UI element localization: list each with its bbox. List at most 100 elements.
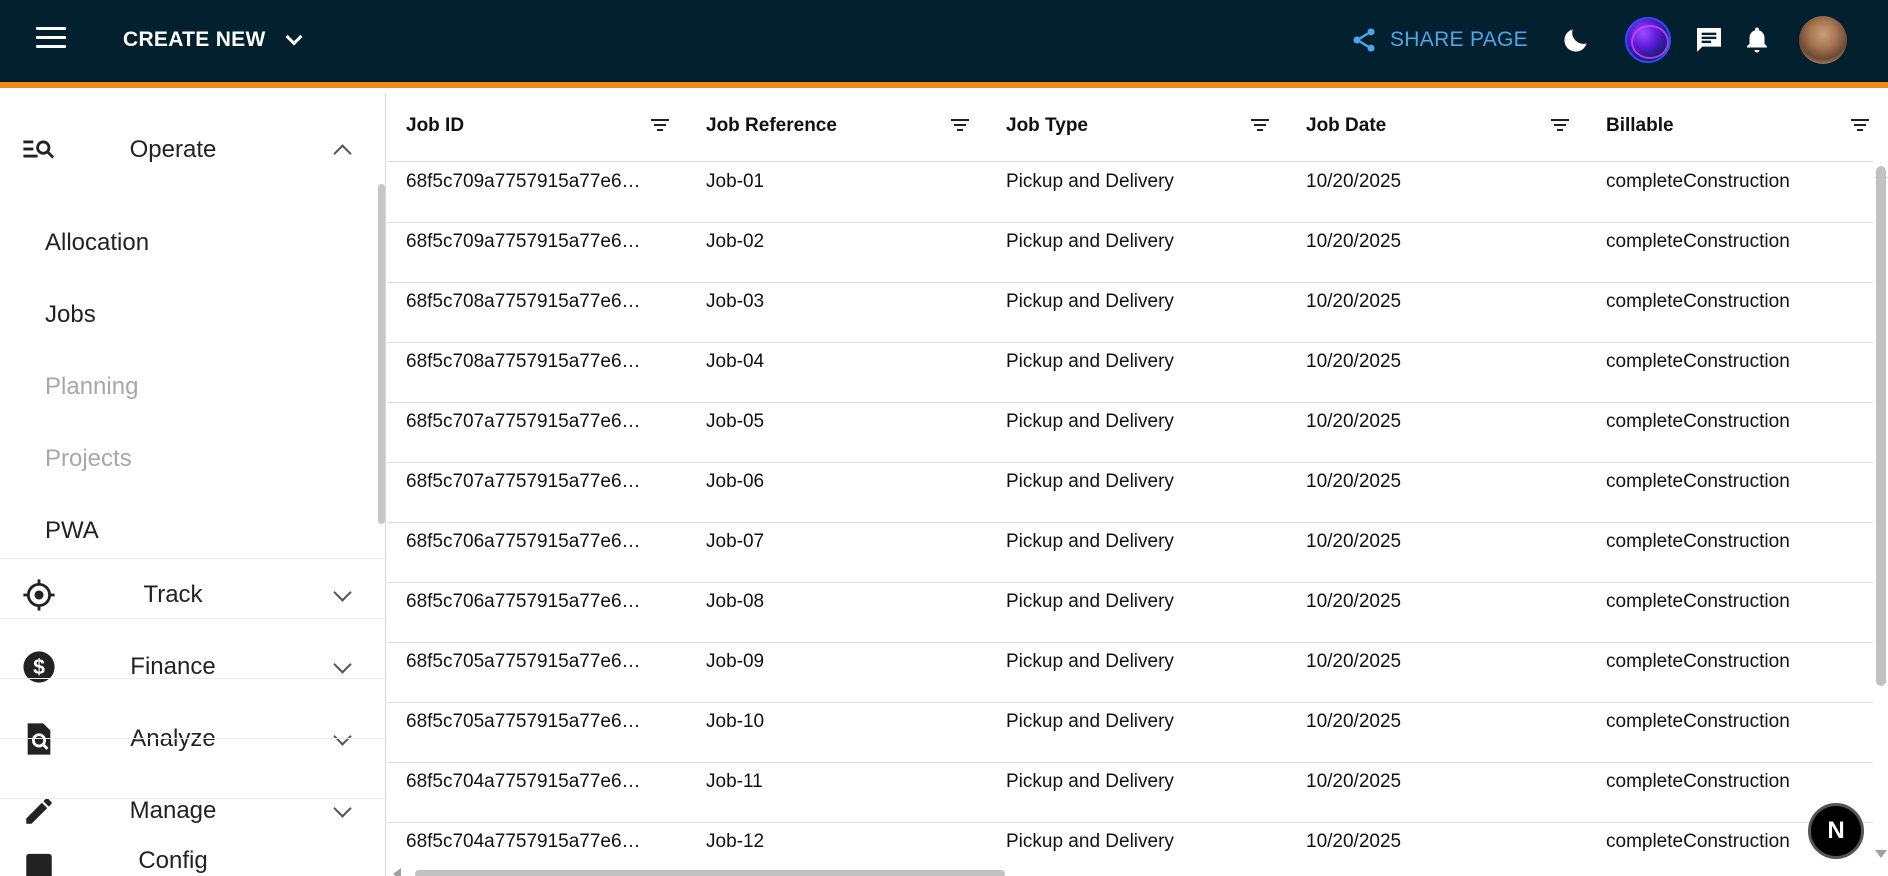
table-row[interactable]: 68f5c708a7757915a77e6… Job-03 Pickup and D… — [387, 283, 1873, 343]
cell-job-reference: Job-08 — [706, 591, 765, 612]
ai-orb-icon[interactable] — [1625, 17, 1671, 63]
cell-billable: completeConstruction — [1606, 591, 1790, 612]
filter-icon[interactable] — [951, 119, 969, 133]
sidebar-item-planning: Planning — [45, 373, 139, 400]
filter-icon[interactable] — [651, 119, 669, 133]
cell-billable: completeConstruction — [1606, 231, 1790, 252]
cell-job-id: 68f5c709a7757915a77e6… — [406, 171, 641, 192]
sidebar-section-finance[interactable]: $ Finance — [0, 631, 376, 703]
sidebar-item-allocation[interactable]: Allocation — [45, 229, 149, 257]
cell-job-reference: Job-06 — [706, 471, 765, 492]
cell-billable: completeConstruction — [1606, 351, 1790, 372]
table-vertical-scrollbar[interactable] — [1876, 166, 1886, 686]
table-row[interactable]: 68f5c705a7757915a77e6… Job-10 Pickup and D… — [387, 703, 1873, 763]
sidebar-item-jobs[interactable]: Jobs — [45, 301, 96, 329]
column-header-job-id[interactable]: Job ID — [406, 115, 464, 137]
sidebar-section-track[interactable]: Track — [0, 559, 376, 631]
cell-job-date: 10/20/2025 — [1306, 531, 1402, 552]
column-header-job-reference[interactable]: Job Reference — [706, 115, 837, 137]
cell-job-id: 68f5c709a7757915a77e6… — [406, 231, 641, 252]
sidebar-section-analyze[interactable]: Analyze — [0, 703, 376, 775]
cell-billable: completeConstruction — [1606, 651, 1790, 672]
cell-job-date: 10/20/2025 — [1306, 351, 1402, 372]
table-row[interactable]: 68f5c707a7757915a77e6… Job-05 Pickup and D… — [387, 403, 1873, 463]
sidebar-section-config[interactable]: Config — [0, 839, 376, 876]
cell-job-reference: Job-07 — [706, 531, 765, 552]
share-page-button[interactable]: SHARE PAGE — [1350, 26, 1528, 54]
divider — [0, 738, 385, 739]
divider — [0, 678, 385, 679]
cell-job-id: 68f5c705a7757915a77e6… — [406, 651, 641, 672]
table-horizontal-scrollbar[interactable] — [415, 870, 1005, 876]
cell-job-reference: Job-01 — [706, 171, 765, 192]
cell-job-id: 68f5c708a7757915a77e6… — [406, 351, 641, 372]
scroll-left-arrow[interactable] — [393, 868, 401, 876]
table-row[interactable]: 68f5c709a7757915a77e6… Job-02 Pickup and D… — [387, 223, 1873, 283]
sidebar-scrollbar[interactable] — [378, 184, 385, 524]
create-new-button[interactable]: CREATE NEW — [123, 28, 303, 52]
table-row[interactable]: 68f5c706a7757915a77e6… Job-08 Pickup and D… — [387, 583, 1873, 643]
column-header-job-date[interactable]: Job Date — [1306, 115, 1386, 137]
cell-job-reference: Job-12 — [706, 831, 765, 852]
scroll-down-arrow[interactable] — [1875, 850, 1887, 858]
cell-job-date: 10/20/2025 — [1306, 231, 1402, 252]
top-app-bar: CREATE NEW SHARE PAGE — [0, 0, 1888, 88]
filter-icon[interactable] — [1251, 119, 1269, 133]
cell-billable: completeConstruction — [1606, 171, 1790, 192]
cell-job-type: Pickup and Delivery — [1006, 831, 1174, 852]
cell-job-reference: Job-10 — [706, 711, 765, 732]
cell-billable: completeConstruction — [1606, 531, 1790, 552]
table-row[interactable]: 68f5c704a7757915a77e6… Job-12 Pickup and D… — [387, 823, 1873, 876]
cell-job-date: 10/20/2025 — [1306, 411, 1402, 432]
cell-job-id: 68f5c704a7757915a77e6… — [406, 771, 641, 792]
menu-icon[interactable] — [36, 27, 66, 53]
sidebar-section-label: Analyze — [130, 725, 216, 752]
divider — [0, 798, 385, 799]
sidebar-section-manage[interactable]: Manage — [0, 775, 376, 847]
table-row[interactable]: 68f5c707a7757915a77e6… Job-06 Pickup and D… — [387, 463, 1873, 523]
table-row[interactable]: 68f5c705a7757915a77e6… Job-09 Pickup and D… — [387, 643, 1873, 703]
sidebar-section-label: Operate — [129, 136, 217, 163]
table-header: Job ID Job Reference Job Type Job Date B… — [387, 94, 1873, 162]
cell-job-date: 10/20/2025 — [1306, 291, 1402, 312]
column-header-job-type[interactable]: Job Type — [1006, 115, 1088, 137]
cell-job-date: 10/20/2025 — [1306, 651, 1402, 672]
sidebar-item-projects: Projects — [45, 445, 132, 472]
cell-job-type: Pickup and Delivery — [1006, 231, 1174, 252]
cell-job-reference: Job-09 — [706, 651, 765, 672]
column-header-billable[interactable]: Billable — [1606, 115, 1674, 137]
table-row[interactable]: 68f5c706a7757915a77e6… Job-07 Pickup and D… — [387, 523, 1873, 583]
cell-job-type: Pickup and Delivery — [1006, 291, 1174, 312]
user-avatar[interactable] — [1799, 16, 1847, 64]
cell-billable: completeConstruction — [1606, 771, 1790, 792]
cell-billable: completeConstruction — [1606, 471, 1790, 492]
filter-icon[interactable] — [1851, 119, 1869, 133]
share-icon — [1353, 28, 1375, 52]
cell-billable: completeConstruction — [1606, 291, 1790, 312]
cell-job-reference: Job-04 — [706, 351, 765, 372]
chevron-down-icon — [285, 28, 303, 46]
fab-n-button[interactable]: N — [1808, 803, 1864, 859]
bell-icon[interactable] — [1742, 24, 1772, 56]
cell-billable: completeConstruction — [1606, 831, 1790, 852]
sidebar-section-label: Manage — [129, 797, 217, 824]
cell-job-id: 68f5c705a7757915a77e6… — [406, 711, 641, 732]
cell-job-type: Pickup and Delivery — [1006, 351, 1174, 372]
table-row[interactable]: 68f5c704a7757915a77e6… Job-11 Pickup and D… — [387, 763, 1873, 823]
cell-job-type: Pickup and Delivery — [1006, 531, 1174, 552]
cell-job-id: 68f5c708a7757915a77e6… — [406, 291, 641, 312]
sidebar-section-label: Config — [138, 847, 208, 874]
cell-billable: completeConstruction — [1606, 411, 1790, 432]
table-row[interactable]: 68f5c708a7757915a77e6… Job-04 Pickup and D… — [387, 343, 1873, 403]
cell-job-date: 10/20/2025 — [1306, 591, 1402, 612]
moon-icon[interactable] — [1560, 24, 1592, 56]
sidebar-item-pwa[interactable]: PWA — [45, 517, 99, 545]
table-row[interactable]: 68f5c709a7757915a77e6… Job-01 Pickup and D… — [387, 163, 1873, 223]
sidebar-section-operate[interactable]: Operate — [0, 114, 376, 186]
create-new-label: CREATE NEW — [123, 28, 266, 51]
cell-job-date: 10/20/2025 — [1306, 711, 1402, 732]
filter-icon[interactable] — [1551, 119, 1569, 133]
sidebar-section-label: Finance — [130, 653, 216, 680]
chat-icon[interactable] — [1693, 24, 1725, 56]
sidebar-section-label: Track — [143, 581, 203, 608]
